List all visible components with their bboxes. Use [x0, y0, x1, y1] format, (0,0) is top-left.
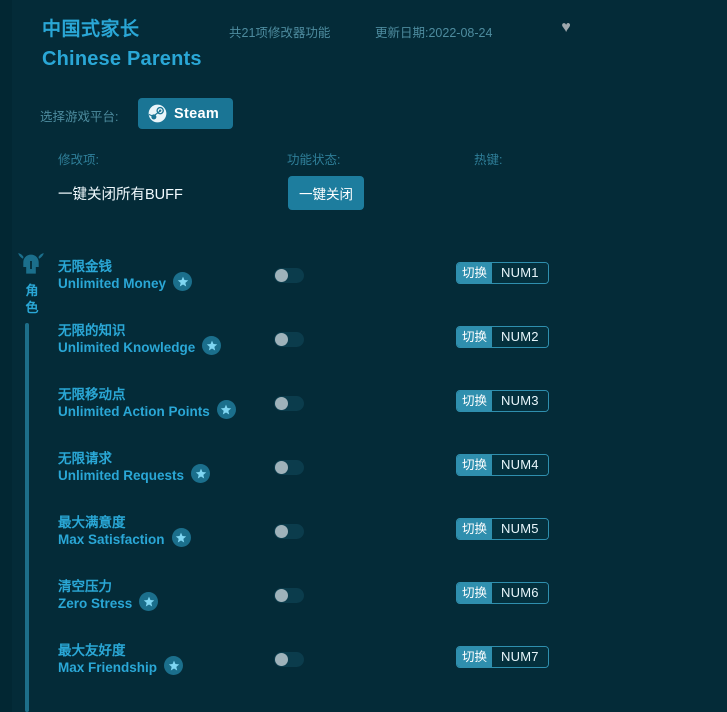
close-all-buffs-label: 一键关闭所有BUFF: [58, 187, 183, 203]
column-header-item: 修改项:: [58, 153, 99, 167]
cheat-toggle[interactable]: [274, 460, 304, 475]
cheat-hotkey-badge[interactable]: 切换 NUM1: [456, 262, 549, 284]
cheat-name-cn: 清空压力: [58, 579, 112, 594]
platform-name-label: Steam: [174, 105, 220, 122]
hotkey-action-label: 切换: [457, 583, 493, 603]
cheat-row: 最大友好度 Max Friendship 切换 NUM7: [0, 632, 727, 696]
cheat-name-en: Unlimited Knowledge: [58, 340, 196, 355]
cheat-row: 清空压力 Zero Stress 切换 NUM6: [0, 568, 727, 632]
cheat-name-cn: 无限金钱: [58, 259, 112, 274]
update-date-label: 更新日期:2022-08-24: [375, 26, 493, 40]
cheat-hotkey-badge[interactable]: 切换 NUM7: [456, 646, 549, 668]
star-icon[interactable]: [173, 272, 193, 291]
cheat-toggle[interactable]: [274, 332, 304, 347]
cheat-name-en: Unlimited Money: [58, 276, 167, 291]
cheat-name-group: 无限的知识 Unlimited Knowledge: [58, 322, 222, 356]
toggle-knob: [275, 333, 288, 346]
hotkey-key-label: NUM4: [492, 455, 548, 475]
star-icon[interactable]: [202, 336, 222, 355]
cheat-name-en: Unlimited Action Points: [58, 404, 210, 419]
hotkey-key-label: NUM5: [492, 519, 548, 539]
hotkey-action-label: 切换: [457, 647, 493, 667]
cheat-name-cn: 无限移动点: [58, 387, 126, 402]
hotkey-key-label: NUM6: [492, 583, 548, 603]
cheat-name-en: Max Satisfaction: [58, 532, 165, 547]
column-header-status: 功能状态:: [287, 153, 341, 167]
cheat-row: 无限的知识 Unlimited Knowledge 切换 NUM2: [0, 312, 727, 376]
cheat-row: 无限金钱 Unlimited Money 切换 NUM1: [0, 248, 727, 312]
hotkey-action-label: 切换: [457, 327, 493, 347]
cheat-name-stack: 无限请求 Unlimited Requests: [58, 450, 184, 484]
cheat-row: 无限请求 Unlimited Requests 切换 NUM4: [0, 440, 727, 504]
cheat-name-cn: 最大友好度: [58, 643, 126, 658]
cheat-hotkey-badge[interactable]: 切换 NUM3: [456, 390, 549, 412]
column-header-hotkey: 热键:: [474, 153, 503, 167]
cheat-hotkey-badge[interactable]: 切换 NUM2: [456, 326, 549, 348]
cheat-name-stack: 最大友好度 Max Friendship: [58, 642, 157, 676]
cheat-toggle[interactable]: [274, 268, 304, 283]
game-title-en: Chinese Parents: [42, 48, 202, 70]
cheat-hotkey-badge[interactable]: 切换 NUM6: [456, 582, 549, 604]
star-icon[interactable]: [191, 464, 211, 483]
cheat-toggle[interactable]: [274, 524, 304, 539]
cheat-toggle[interactable]: [274, 588, 304, 603]
hotkey-key-label: NUM2: [492, 327, 548, 347]
cheat-name-group: 最大满意度 Max Satisfaction: [58, 514, 191, 548]
hotkey-key-label: NUM1: [492, 263, 548, 283]
cheat-hotkey-badge[interactable]: 切换 NUM5: [456, 518, 549, 540]
toggle-knob: [275, 269, 288, 282]
cheat-name-stack: 最大满意度 Max Satisfaction: [58, 514, 165, 548]
cheat-name-en: Max Friendship: [58, 660, 158, 675]
cheat-name-stack: 无限的知识 Unlimited Knowledge: [58, 322, 195, 356]
cheat-row: 最大满意度 Max Satisfaction 切换 NUM5: [0, 504, 727, 568]
cheat-name-cn: 无限的知识: [58, 323, 126, 338]
star-icon[interactable]: [216, 400, 236, 419]
cheat-hotkey-badge[interactable]: 切换 NUM4: [456, 454, 549, 476]
hotkey-action-label: 切换: [457, 455, 493, 475]
cheat-name-en: Unlimited Requests: [58, 468, 185, 483]
cheat-name-group: 最大友好度 Max Friendship: [58, 642, 184, 676]
platform-label: 选择游戏平台:: [40, 110, 119, 124]
cheat-name-cn: 最大满意度: [58, 515, 126, 530]
cheat-name-group: 无限金钱 Unlimited Money: [58, 258, 193, 292]
cheat-name-cn: 无限请求: [58, 451, 112, 466]
star-icon[interactable]: [171, 528, 191, 547]
cheat-toggle[interactable]: [274, 396, 304, 411]
cheat-name-group: 清空压力 Zero Stress: [58, 578, 159, 612]
toggle-knob: [275, 525, 288, 538]
cheat-name-group: 无限移动点 Unlimited Action Points: [58, 386, 236, 420]
cheat-list: 无限金钱 Unlimited Money 切换 NUM1 无限的知识 Unlim…: [0, 248, 727, 696]
hotkey-action-label: 切换: [457, 519, 493, 539]
platform-selector-row: 选择游戏平台: Steam: [0, 98, 727, 130]
cheat-name-stack: 无限金钱 Unlimited Money: [58, 258, 166, 292]
toggle-knob: [275, 589, 288, 602]
hotkey-key-label: NUM3: [492, 391, 548, 411]
close-all-button[interactable]: 一键关闭: [288, 176, 364, 210]
toggle-knob: [275, 653, 288, 666]
heart-icon[interactable]: ♥: [557, 19, 575, 37]
cheat-name-group: 无限请求 Unlimited Requests: [58, 450, 211, 484]
cheat-row: 无限移动点 Unlimited Action Points 切换 NUM3: [0, 376, 727, 440]
platform-steam-button[interactable]: Steam: [138, 98, 234, 129]
cheat-name-en: Zero Stress: [58, 596, 133, 611]
game-title-cn: 中国式家长: [42, 19, 140, 40]
cheat-name-stack: 清空压力 Zero Stress: [58, 578, 132, 612]
close-all-buffs-row: 一键关闭所有BUFF 一键关闭: [0, 176, 727, 216]
feature-count-label: 共21项修改器功能: [229, 26, 331, 40]
hotkey-action-label: 切换: [457, 391, 493, 411]
app-header: 中国式家长 Chinese Parents 共21项修改器功能 更新日期:202…: [0, 0, 727, 88]
hotkey-action-label: 切换: [457, 263, 493, 283]
steam-icon: [148, 104, 167, 123]
cheat-name-stack: 无限移动点 Unlimited Action Points: [58, 386, 210, 420]
star-icon[interactable]: [164, 656, 184, 675]
hotkey-key-label: NUM7: [492, 647, 548, 667]
toggle-knob: [275, 461, 288, 474]
toggle-knob: [275, 397, 288, 410]
star-icon[interactable]: [139, 592, 159, 611]
cheat-toggle[interactable]: [274, 652, 304, 667]
